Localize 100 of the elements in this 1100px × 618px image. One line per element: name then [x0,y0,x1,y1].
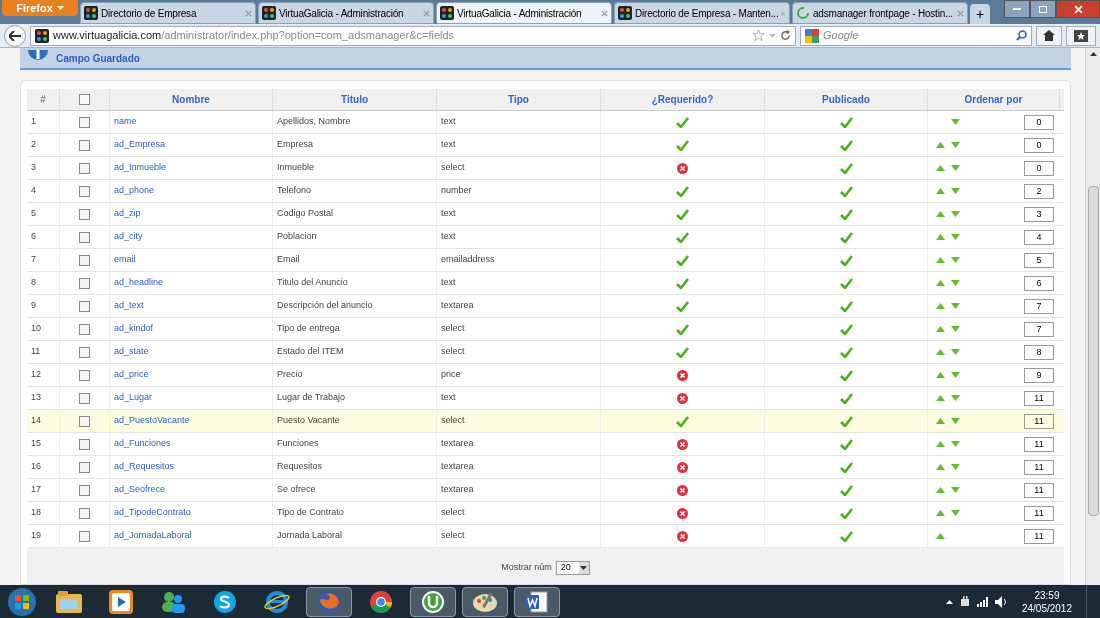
order-input[interactable]: 5 [1024,252,1054,268]
order-input[interactable]: 3 [1024,206,1054,222]
order-input[interactable]: 0 [1024,137,1054,153]
up-arrow-icon[interactable] [936,372,945,378]
order-input[interactable]: 7 [1024,321,1054,337]
minimize-icon[interactable] [1004,0,1030,18]
up-arrow-icon[interactable] [936,188,945,194]
table-row[interactable]: 7 email Email emailaddress 5 [27,249,1064,272]
table-row[interactable]: 12 ad_price Precio price 9 [27,364,1064,387]
up-arrow-icon[interactable] [936,257,945,263]
table-row[interactable]: 16 ad_Requesitos Requesitos textarea 11 [27,456,1064,479]
taskbar-app-button[interactable] [410,586,456,617]
field-name-link[interactable]: ad_zip [114,207,141,221]
tray-arrow-icon[interactable] [945,599,953,604]
down-arrow-icon[interactable] [951,211,960,217]
row-checkbox[interactable] [79,369,90,381]
select-all-checkbox[interactable] [79,94,90,105]
order-input[interactable]: 11 [1024,413,1054,429]
row-checkbox[interactable] [79,185,90,197]
page-size-select[interactable]: 20 [555,560,590,575]
search-field[interactable]: Google [823,27,1012,44]
down-arrow-icon[interactable] [951,303,960,309]
up-arrow-icon[interactable] [936,303,945,309]
up-arrow-icon[interactable] [936,487,945,493]
row-checkbox[interactable] [79,254,90,266]
down-arrow-icon[interactable] [951,280,960,286]
row-checkbox[interactable] [79,300,90,312]
up-arrow-icon[interactable] [936,395,945,401]
up-arrow-icon[interactable] [936,349,945,355]
browser-tab[interactable]: VirtuaGalicia - Administración [436,2,612,24]
order-input[interactable]: 4 [1024,229,1054,245]
column-header[interactable]: Titulo [341,92,368,107]
field-name-link[interactable]: ad_city [114,230,143,244]
order-input[interactable]: 2 [1024,183,1054,199]
row-checkbox[interactable] [79,346,90,358]
close-icon[interactable] [601,9,608,17]
up-arrow-icon[interactable] [936,326,945,332]
up-arrow-icon[interactable] [936,142,945,148]
restore-icon[interactable] [1030,0,1056,18]
table-row[interactable]: 11 ad_state Estado del ITEM select 8 [27,341,1064,364]
home-button[interactable] [1036,25,1062,46]
row-checkbox[interactable] [79,208,90,220]
search-icon[interactable] [1016,30,1027,41]
row-checkbox[interactable] [79,139,90,151]
new-tab-button[interactable]: + [970,4,990,24]
reload-icon[interactable] [780,30,791,41]
order-input[interactable]: 11 [1024,482,1054,498]
row-checkbox[interactable] [79,438,90,450]
star-icon[interactable] [752,29,765,42]
field-name-link[interactable]: ad_Empresa [114,138,166,152]
field-name-link[interactable]: ad_Lugar [114,391,153,405]
up-arrow-icon[interactable] [936,533,945,539]
order-input[interactable]: 8 [1024,344,1054,360]
down-arrow-icon[interactable] [951,119,960,125]
table-row[interactable]: 5 ad_zip Codigo Postal text 3 [27,203,1064,226]
up-arrow-icon[interactable] [936,510,945,516]
down-arrow-icon[interactable] [951,326,960,332]
table-row[interactable]: 6 ad_city Poblacion text 4 [27,226,1064,249]
order-input[interactable]: 0 [1024,114,1054,130]
table-row[interactable]: 9 ad_text Descripción del anuncio textarea 7 [27,295,1064,318]
up-arrow-icon[interactable] [936,234,945,240]
column-header[interactable]: Nombre [172,92,210,107]
table-row[interactable]: 13 ad_Lugar Lugar de Trabajo text 11 [27,387,1064,410]
table-row[interactable]: 15 ad_Funciones Funciones textarea 11 [27,433,1064,456]
address-field[interactable]: www.virtuagalicia.com/administrator/index.php?option=com_adsmanager&c=fields [30,25,796,46]
column-header[interactable]: Ordenar por [964,92,1023,107]
row-checkbox[interactable] [79,507,90,519]
table-row[interactable]: 8 ad_headline Titulo del Anuncio text 6 [27,272,1064,295]
up-arrow-icon[interactable] [936,464,945,470]
table-row[interactable]: 2 ad_Empresa Empresa text 0 [27,134,1064,157]
up-arrow-icon[interactable] [936,211,945,217]
table-row[interactable]: 14 ad_PuestoVacante Puesto Vacante select 11 [27,410,1064,433]
field-name-link[interactable]: ad_Seofrece [114,483,166,497]
field-name-link[interactable]: ad_JornadaLaboral [114,529,192,543]
down-arrow-icon[interactable] [951,395,960,401]
taskbar-app-button[interactable] [514,586,560,617]
field-name-link[interactable]: ad_PuestoVacante [114,414,190,428]
field-name-link[interactable]: ad_price [114,368,149,382]
order-input[interactable]: 11 [1024,505,1054,521]
down-arrow-icon[interactable] [951,234,960,240]
scroll-up-icon[interactable] [1089,52,1097,56]
up-arrow-icon[interactable] [936,418,945,424]
row-checkbox[interactable] [79,162,90,174]
table-row[interactable]: 19 ad_JornadaLaboral Jornada Laboral select 11 [27,525,1064,548]
bookmarks-button[interactable] [1066,25,1096,46]
row-checkbox[interactable] [79,116,90,128]
down-arrow-icon[interactable] [951,142,960,148]
order-input[interactable]: 7 [1024,298,1054,314]
browser-tab[interactable]: VirtuaGalicia - Administración [258,2,434,24]
down-arrow-icon[interactable] [951,165,960,171]
field-name-link[interactable]: ad_text [114,299,144,313]
power-plug-icon[interactable] [958,595,971,608]
field-name-link[interactable]: ad_TipodeContrato [114,506,191,520]
down-arrow-icon[interactable] [951,487,960,493]
clock[interactable]: 23:59 24/05/2012 [1013,588,1080,615]
order-input[interactable]: 11 [1024,390,1054,406]
table-row[interactable]: 10 ad_kindof Tipo de entrega select 7 [27,318,1064,341]
up-arrow-icon[interactable] [936,165,945,171]
up-arrow-icon[interactable] [936,441,945,447]
scrollbar[interactable] [1085,48,1100,585]
